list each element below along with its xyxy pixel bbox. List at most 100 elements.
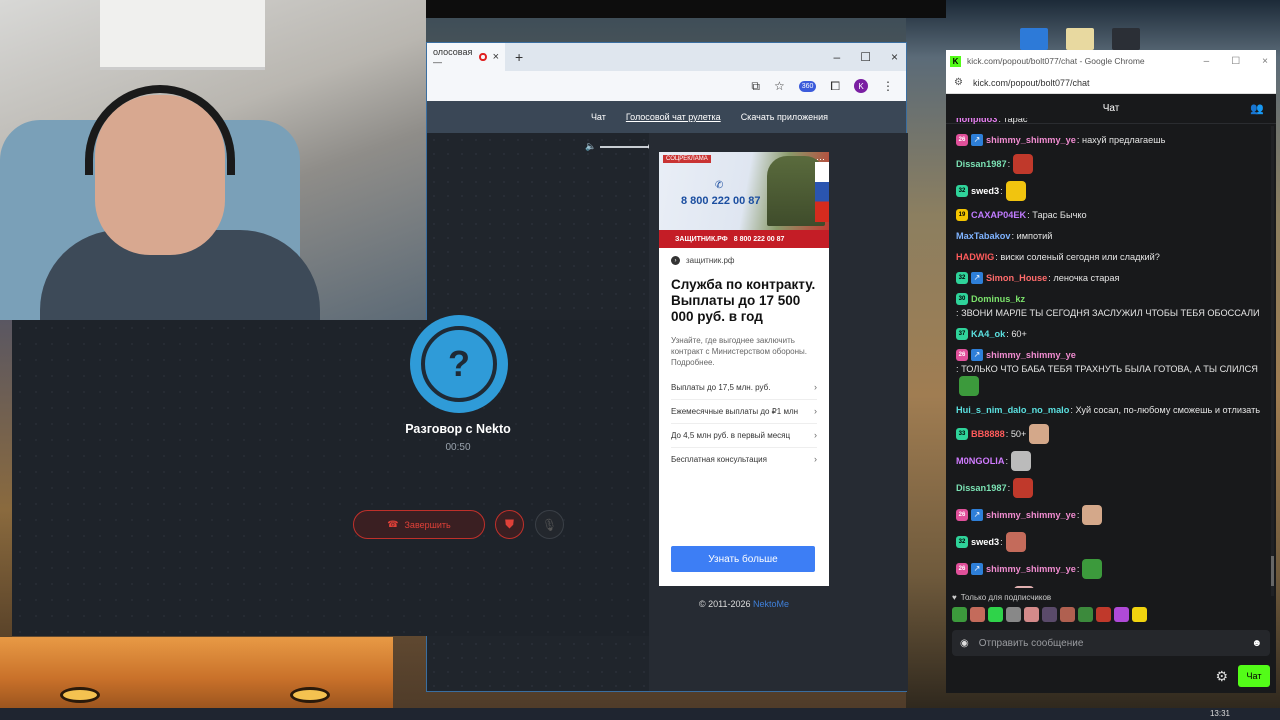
chat-scrollbar[interactable] — [1271, 126, 1274, 596]
maximize-button[interactable]: ☐ — [860, 50, 871, 64]
chat-address-bar: ⚙ kick.com/popout/bolt077/chat — [946, 72, 1276, 94]
close-button[interactable]: × — [1262, 56, 1268, 67]
install-app-icon[interactable]: ⧉ — [751, 79, 760, 94]
chat-url[interactable]: kick.com/popout/bolt077/chat — [973, 78, 1090, 88]
nav-download-apps-link[interactable]: Скачать приложения — [741, 112, 828, 122]
emote-icon[interactable] — [988, 607, 1003, 622]
emote-icon[interactable] — [1006, 607, 1021, 622]
chat-username[interactable]: Dominus_kz — [971, 292, 1025, 306]
ad-banner-image[interactable]: СОЦРЕКЛАМА ✆ 8 800 222 00 87 ЗАЩИТНИК.РФ… — [659, 152, 829, 248]
minimize-button[interactable]: – — [834, 50, 841, 64]
chat-username[interactable]: BB8888 — [971, 427, 1005, 441]
new-tab-button[interactable]: + — [515, 49, 523, 65]
users-icon[interactable]: 👥 — [1250, 102, 1264, 115]
tab-close-icon[interactable]: × — [493, 51, 499, 63]
chat-text: : 60+ — [1006, 329, 1027, 339]
emote-icon[interactable] — [1024, 607, 1039, 622]
desktop-folder-icon[interactable] — [1066, 28, 1094, 50]
ad-red-strip: ЗАЩИТНИК.РФ 8 800 222 00 87 — [659, 230, 829, 248]
taskbar: 13:31 — [0, 708, 1280, 720]
chat-username[interactable]: shimmy_shimmy_ye — [986, 508, 1076, 522]
gear-icon[interactable]: ⚙ — [1215, 668, 1228, 685]
speaker-icon: 🔈 — [585, 141, 597, 151]
smile-icon[interactable]: ☻ — [1251, 638, 1262, 649]
chat-username[interactable]: CAXAP04EK — [971, 208, 1026, 222]
emote-image — [959, 376, 979, 396]
subscriber-badge: 32 — [956, 272, 968, 284]
site-info-icon[interactable]: ⚙ — [954, 77, 963, 88]
ad-list-item[interactable]: Выплаты до 17,5 млн. руб. › — [671, 376, 817, 400]
chat-username[interactable]: Simon_House — [986, 271, 1047, 285]
chat-text: : — [1007, 483, 1011, 493]
chat-username[interactable]: KA4_ok — [971, 327, 1005, 341]
extension-badge[interactable]: 360 — [798, 80, 817, 92]
emote-icon[interactable] — [1114, 607, 1129, 622]
minimize-button[interactable]: – — [1204, 56, 1210, 67]
ad-list-item[interactable]: Ежемесячные выплаты до ₽1 млн › — [671, 400, 817, 424]
mic-button[interactable]: 🎙 — [535, 510, 564, 539]
ad-list-label: До 4,5 млн руб. в первый месяц — [671, 431, 791, 440]
chat-username[interactable]: Hui_s_nim_dalo_no_malo — [956, 403, 1069, 417]
chat-text: : тарас — [998, 118, 1028, 124]
emote-icon[interactable] — [970, 607, 985, 622]
chat-username[interactable]: swed3 — [971, 535, 999, 549]
chat-text: : нахуй предлагаешь — [1076, 135, 1166, 145]
menu-dots-icon[interactable]: ⋮ — [882, 79, 894, 93]
chat-username[interactable]: shimmy_shimmy_ye — [986, 562, 1076, 576]
desktop-app-icon[interactable] — [1020, 28, 1048, 50]
maximize-button[interactable]: ☐ — [1231, 56, 1240, 67]
chat-bottom-bar: ⚙ Чат — [946, 664, 1276, 688]
ad-card[interactable]: СОЦРЕКЛАМА ✆ 8 800 222 00 87 ЗАЩИТНИК.РФ… — [659, 152, 829, 586]
ad-options-icon[interactable]: ⋯ — [816, 154, 825, 165]
chat-username[interactable]: Dissan1987 — [956, 481, 1007, 495]
chat-username[interactable]: nonpido3 — [956, 118, 997, 126]
chat-username[interactable]: M0NGOLIA — [956, 454, 1005, 468]
extensions-icon[interactable]: ⧠ — [830, 79, 840, 94]
emote-icon[interactable] — [952, 607, 967, 622]
emote-icon[interactable] — [1042, 607, 1057, 622]
emote-icon[interactable] — [1060, 607, 1075, 622]
nav-voice-roulette-link[interactable]: Голосовой чат рулетка — [626, 112, 721, 122]
top-black-bar — [426, 0, 946, 18]
chat-username[interactable]: Dissan1987 — [956, 157, 1007, 171]
end-call-button[interactable]: ☎ Завершить — [353, 510, 485, 539]
bookmark-star-icon[interactable]: ☆ — [774, 79, 785, 93]
volume-slider[interactable]: 🔈 — [585, 141, 656, 152]
ad-list-item[interactable]: Бесплатная консультация › — [671, 448, 817, 471]
emote-image — [1029, 424, 1050, 444]
chat-username[interactable]: HADWIG — [956, 250, 994, 264]
cat-eye — [60, 687, 100, 703]
emote-icon[interactable] — [1096, 607, 1111, 622]
report-shield-button[interactable]: ⛊ — [495, 510, 524, 539]
chat-message: M0NGOLIA: — [956, 451, 1268, 471]
chat-message: 37 KA4_ok: 60+ — [956, 327, 1268, 341]
send-chat-button[interactable]: Чат — [1238, 665, 1270, 687]
chat-text: : — [1000, 537, 1003, 547]
chat-username[interactable]: shimmy_shimmy_ye — [986, 133, 1076, 147]
recording-icon — [479, 53, 487, 61]
chat-username[interactable]: shimmy_shimmy_ye — [986, 348, 1076, 362]
emote-icon[interactable] — [1132, 607, 1147, 622]
kick-logo-icon: K — [950, 55, 961, 67]
chat-username[interactable]: MaxTabakov — [956, 229, 1010, 243]
footer-link[interactable]: NektoMe — [753, 599, 789, 609]
subscriber-badge: 26 — [956, 134, 968, 146]
copyright-text: © 2011-2026 — [698, 599, 751, 609]
nav-chat-link[interactable]: Чат — [591, 112, 606, 122]
chat-message: MaxTabakov: импотий — [956, 229, 1268, 243]
volume-track[interactable] — [600, 142, 656, 150]
ad-list-item[interactable]: До 4,5 млн руб. в первый месяц › — [671, 424, 817, 448]
window-controls: – ☐ × — [834, 43, 898, 71]
flag-image — [815, 162, 829, 222]
close-button[interactable]: × — [891, 50, 898, 64]
ad-cta-button[interactable]: Узнать больше — [671, 546, 815, 572]
emote-image — [1013, 586, 1034, 588]
chat-username[interactable]: swed3 — [971, 184, 999, 198]
chat-input[interactable]: ◉ Отправить сообщение ☻ — [952, 630, 1270, 656]
call-timer: 00:50 — [445, 442, 471, 453]
profile-avatar[interactable]: K — [854, 79, 868, 93]
emote-picker-icon[interactable]: ◉ — [960, 638, 969, 649]
desktop-app-icon[interactable] — [1112, 28, 1140, 50]
browser-tab[interactable]: олосовая — × — [427, 43, 505, 71]
emote-icon[interactable] — [1078, 607, 1093, 622]
